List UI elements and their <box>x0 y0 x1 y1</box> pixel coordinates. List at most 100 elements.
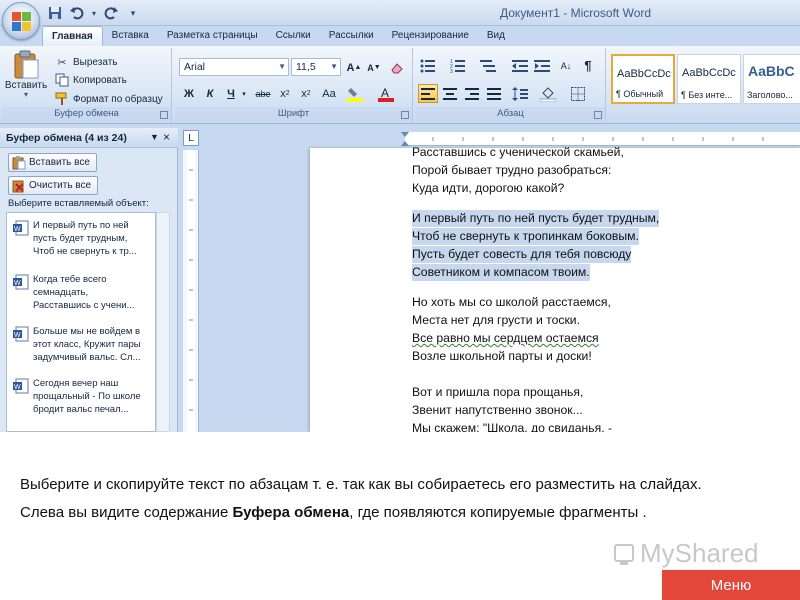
shading-button[interactable] <box>538 84 558 103</box>
paste-all-label: Вставить все <box>29 157 90 168</box>
underline-dropdown-icon[interactable]: ▾ <box>239 84 249 103</box>
borders-button[interactable] <box>568 84 588 103</box>
paragraph-launcher-icon[interactable] <box>594 111 602 119</box>
clip-text-line: бродит вальс печал... <box>33 404 129 415</box>
paste-button[interactable]: Вставить ▾ <box>5 50 47 99</box>
clipboard-group-label: Буфер обмена <box>2 107 171 121</box>
highlighter-icon <box>347 87 363 102</box>
clipboard-launcher-icon[interactable] <box>160 111 168 119</box>
font-group-label: Шрифт <box>175 107 412 121</box>
font-launcher-icon[interactable] <box>401 111 409 119</box>
tab-home[interactable]: Главная <box>42 26 103 46</box>
tab-references[interactable]: Ссылки <box>267 26 320 46</box>
save-icon[interactable] <box>46 5 64 21</box>
change-case-button[interactable]: Aa <box>319 84 339 103</box>
format-painter-button[interactable]: Формат по образцу <box>54 91 163 107</box>
decrease-indent-icon <box>512 59 528 72</box>
underline-button[interactable]: Ч <box>221 84 241 103</box>
paste-all-button[interactable]: Вставить все <box>8 153 97 172</box>
font-size-value: 11,5 <box>296 61 316 73</box>
doc-line: Места нет для грусти и тоски. <box>412 313 580 327</box>
shrink-font-button[interactable]: A ▼ <box>364 58 384 77</box>
font-name-combo[interactable]: Arial ▼ <box>179 58 289 76</box>
align-center-button[interactable] <box>440 84 460 103</box>
show-marks-button[interactable]: ¶ <box>578 56 598 75</box>
numbering-button[interactable]: 123 <box>448 56 468 75</box>
chevron-down-icon: ▼ <box>330 62 338 71</box>
tab-view[interactable]: Вид <box>478 26 514 46</box>
justify-button[interactable] <box>484 84 504 103</box>
increase-indent-button[interactable] <box>532 56 552 75</box>
strikethrough-button[interactable]: abe <box>253 84 273 103</box>
bullets-button[interactable] <box>418 56 438 75</box>
paste-icon <box>14 50 39 79</box>
style-name: ¶ Обычный <box>616 89 664 99</box>
word-doc-icon: W <box>13 220 29 236</box>
doc-line-selected: Пусть будет совесть для тебя повсюду <box>412 246 632 263</box>
clipboard-pane: Буфер обмена (4 из 24) ▼ × Вставить все … <box>0 128 178 432</box>
instruction-text-part: , где появляются копируемые фрагменты . <box>349 504 647 521</box>
word-doc-icon: W <box>13 274 29 290</box>
menu-button[interactable]: Меню <box>662 570 800 600</box>
multilevel-list-button[interactable] <box>478 56 498 75</box>
close-icon[interactable]: × <box>163 130 170 144</box>
clip-text-line: этот класс, Кружит пары <box>33 339 141 350</box>
clipboard-items-list: W И первый путь по ней пусть будет трудн… <box>6 212 156 432</box>
undo-dropdown-icon[interactable]: ▾ <box>90 5 98 21</box>
redo-icon[interactable] <box>102 5 120 21</box>
clipboard-scrollbar[interactable] <box>156 212 170 432</box>
style-sample: AaBbC <box>748 63 795 79</box>
highlight-button[interactable] <box>345 84 365 103</box>
doc-line: Но хоть мы со школой расстаемся, <box>412 295 611 309</box>
clip-text-line: И первый путь по ней <box>33 220 129 231</box>
tab-page-layout[interactable]: Разметка страницы <box>158 26 267 46</box>
sort-button[interactable]: A↓ <box>556 56 576 75</box>
tab-review[interactable]: Рецензирование <box>383 26 478 46</box>
superscript-button[interactable]: x2 <box>296 84 316 103</box>
style-no-spacing[interactable]: AaBbCcDc ¶ Без инте... <box>677 54 741 104</box>
style-sample: AaBbCcDc <box>682 67 736 79</box>
pane-options-icon[interactable]: ▼ <box>150 132 159 142</box>
vertical-ruler <box>183 150 199 432</box>
italic-button[interactable]: К <box>200 84 220 103</box>
style-normal[interactable]: AaBbCcDc ¶ Обычный <box>611 54 675 104</box>
subscript-button[interactable]: x2 <box>275 84 295 103</box>
decrease-indent-button[interactable] <box>510 56 530 75</box>
clipboard-item[interactable]: W Сегодня вечер наш прощальный - По школ… <box>7 375 155 427</box>
align-right-button[interactable] <box>462 84 482 103</box>
font-size-combo[interactable]: 11,5 ▼ <box>291 58 341 76</box>
tab-selector-icon[interactable]: L <box>183 130 199 146</box>
doc-line-selected: Чтоб не свернуть к тропинкам боковым. <box>412 228 639 245</box>
customize-toolbar-icon[interactable]: ▾ <box>124 5 142 21</box>
instruction-bold-term: Буфера обмена <box>232 504 350 521</box>
clipboard-item[interactable]: W Когда тебе всего семнадцать, Расставши… <box>7 271 155 323</box>
style-heading-1[interactable]: AaBbC Заголово... <box>743 54 800 104</box>
grow-font-button[interactable]: A ▲ <box>344 58 364 77</box>
line-spacing-button[interactable] <box>510 84 530 103</box>
clipboard-item[interactable]: W Больше мы не войдем в этот класс, Круж… <box>7 323 155 375</box>
clipboard-item[interactable]: W И первый путь по ней пусть будет трудн… <box>7 217 155 269</box>
bold-button[interactable]: Ж <box>179 84 199 103</box>
style-name: ¶ Без инте... <box>681 90 733 100</box>
tab-mailings[interactable]: Рассылки <box>320 26 383 46</box>
clear-formatting-button[interactable] <box>387 58 407 77</box>
word-window: ▾ ▾ Документ1 - Microsoft Word Главная В… <box>0 0 800 432</box>
office-button[interactable] <box>2 2 40 40</box>
align-left-button[interactable] <box>418 84 438 103</box>
numbering-icon: 123 <box>450 59 465 73</box>
undo-icon[interactable] <box>68 5 86 21</box>
clip-text-line: Сегодня вечер наш <box>33 378 119 389</box>
svg-text:W: W <box>14 332 21 339</box>
clipboard-pane-title: Буфер обмена (4 из 24) <box>6 132 127 144</box>
clear-all-button[interactable]: Очистить все <box>8 176 99 195</box>
doc-line-text: Куда идти, дорогою какой? <box>412 181 565 195</box>
font-color-button[interactable]: A <box>376 84 396 103</box>
document-page[interactable]: Расставшись с ученической скамьей, Порой… <box>310 145 800 432</box>
cut-button[interactable]: ✂ Вырезать <box>54 54 117 70</box>
svg-text:W: W <box>14 226 21 233</box>
paragraph-group: 123 A↓ ¶ Абзац <box>416 48 606 122</box>
clear-all-icon <box>12 180 24 192</box>
doc-line-selected: Советником и компасом твоим. <box>412 264 590 281</box>
copy-button[interactable]: Копировать <box>54 72 127 88</box>
tab-insert[interactable]: Вставка <box>103 26 158 46</box>
